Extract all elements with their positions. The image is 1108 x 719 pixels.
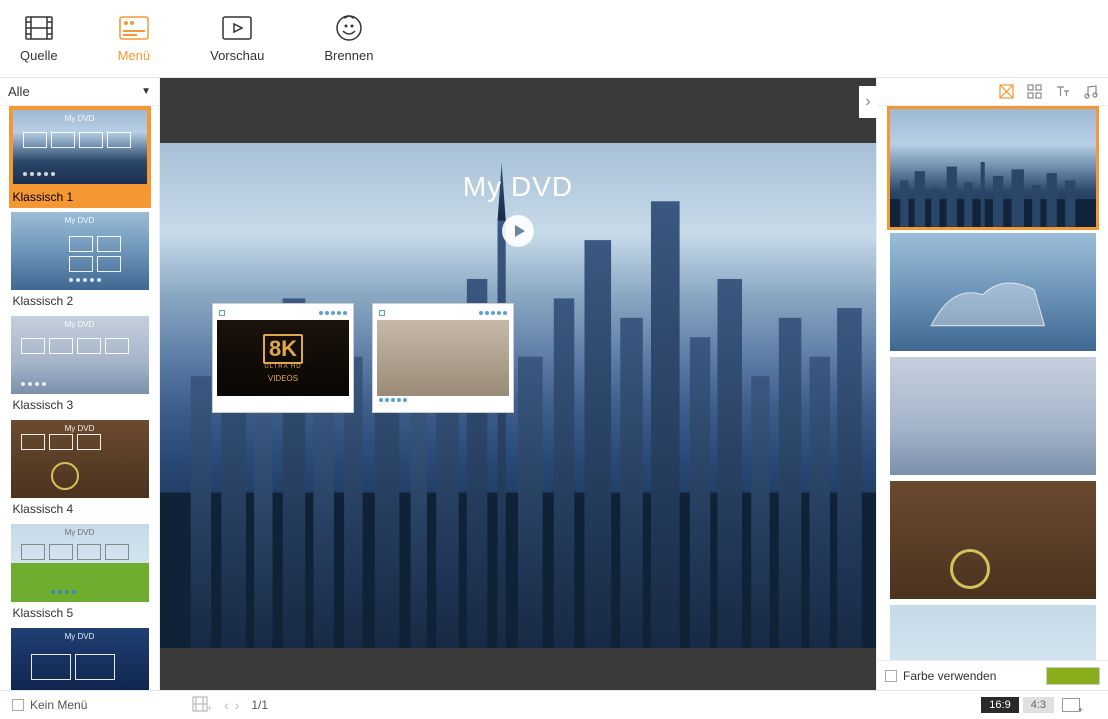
expand-panel-button[interactable]: ›: [859, 86, 877, 118]
template-klassisch-2[interactable]: My DVD Klassisch 2: [9, 210, 151, 312]
main-area: Alle ▼ My DVD Klassisch 1 My DVD Klassis…: [0, 78, 1108, 690]
top-nav: Quelle Menü Vorschau Brennen: [0, 0, 1108, 78]
template-label: Klassisch 5: [9, 604, 151, 624]
prev-page-button[interactable]: ‹: [222, 697, 231, 713]
svg-text:+: +: [207, 703, 212, 712]
text-tab-icon[interactable]: [1054, 84, 1070, 100]
filmstrip-icon: [24, 14, 54, 42]
template-label: Klassisch 4: [9, 500, 151, 520]
background-item-1[interactable]: [890, 109, 1096, 227]
nav-quelle[interactable]: Quelle: [20, 14, 58, 63]
preview-canvas[interactable]: My DVD 8K ULTRA HD VIDEOS: [160, 143, 876, 648]
page-indicator: 1/1: [251, 698, 268, 712]
menu-template-icon: [119, 14, 149, 42]
template-klassisch-3[interactable]: My DVD Klassisch 3: [9, 314, 151, 416]
use-color-label: Farbe verwenden: [903, 669, 996, 683]
template-label: Klassisch 1: [9, 188, 151, 208]
use-color-checkbox[interactable]: [885, 670, 897, 682]
template-list[interactable]: My DVD Klassisch 1 My DVD Klassisch 2 My…: [0, 106, 159, 690]
template-label: Klassisch 2: [9, 292, 151, 312]
background-item-3[interactable]: [890, 357, 1096, 475]
no-menu-checkbox[interactable]: [12, 699, 24, 711]
music-tab-icon[interactable]: [1082, 84, 1098, 100]
background-item-5[interactable]: [890, 605, 1096, 660]
nav-vorschau[interactable]: Vorschau: [210, 14, 264, 63]
bottom-bar: Kein Menü + ‹› 1/1 16:9 4:3: [0, 690, 1108, 719]
play-icon: [515, 225, 525, 237]
chevron-down-icon: ▼: [141, 86, 151, 97]
chapter-row: 8K ULTRA HD VIDEOS: [212, 303, 514, 413]
template-klassisch-1[interactable]: My DVD Klassisch 1: [9, 106, 151, 208]
chevron-right-icon: ›: [865, 93, 870, 111]
preview-area: › My DVD 8K ULTRA HD: [160, 78, 876, 690]
right-toolbar: [877, 78, 1108, 106]
burn-icon: [334, 14, 364, 42]
aspect-ratio-toggle: 16:9 4:3: [981, 697, 1054, 713]
chapter-1[interactable]: 8K ULTRA HD VIDEOS: [212, 303, 354, 413]
background-list[interactable]: [877, 106, 1108, 660]
no-menu-label: Kein Menü: [30, 698, 87, 712]
template-klassisch-5[interactable]: My DVD Klassisch 5: [9, 522, 151, 624]
chapter-1-thumb: 8K ULTRA HD VIDEOS: [217, 320, 349, 396]
chapter-2[interactable]: [372, 303, 514, 413]
nav-quelle-label: Quelle: [20, 48, 58, 63]
filter-label: Alle: [8, 84, 30, 99]
play-button[interactable]: [502, 215, 534, 247]
next-page-button[interactable]: ›: [233, 697, 242, 713]
background-item-4[interactable]: [890, 481, 1096, 599]
template-label: Klassisch 3: [9, 396, 151, 416]
dvd-title[interactable]: My DVD: [160, 171, 876, 203]
preview-icon: [222, 14, 252, 42]
chapter-2-thumb: [377, 320, 509, 396]
ratio-4-3[interactable]: 4:3: [1023, 697, 1054, 713]
nav-vorschau-label: Vorschau: [210, 48, 264, 63]
add-image-button[interactable]: [1062, 698, 1080, 712]
frame-tab-icon[interactable]: [1026, 84, 1042, 100]
background-tab-icon[interactable]: [998, 84, 1014, 100]
background-item-2[interactable]: [890, 233, 1096, 351]
chapter-add-icon[interactable]: +: [192, 696, 212, 715]
nav-menu-label: Menü: [118, 48, 151, 63]
template-filter-dropdown[interactable]: Alle ▼: [0, 78, 159, 106]
template-item[interactable]: My DVD: [9, 626, 151, 690]
right-sidebar: Farbe verwenden: [876, 78, 1108, 690]
template-klassisch-4[interactable]: My DVD Klassisch 4: [9, 418, 151, 520]
color-row: Farbe verwenden: [877, 660, 1108, 690]
ratio-16-9[interactable]: 16:9: [981, 697, 1018, 713]
nav-menu[interactable]: Menü: [118, 14, 151, 63]
color-swatch[interactable]: [1046, 667, 1100, 685]
left-sidebar: Alle ▼ My DVD Klassisch 1 My DVD Klassis…: [0, 78, 160, 690]
nav-brennen[interactable]: Brennen: [324, 14, 373, 63]
nav-brennen-label: Brennen: [324, 48, 373, 63]
